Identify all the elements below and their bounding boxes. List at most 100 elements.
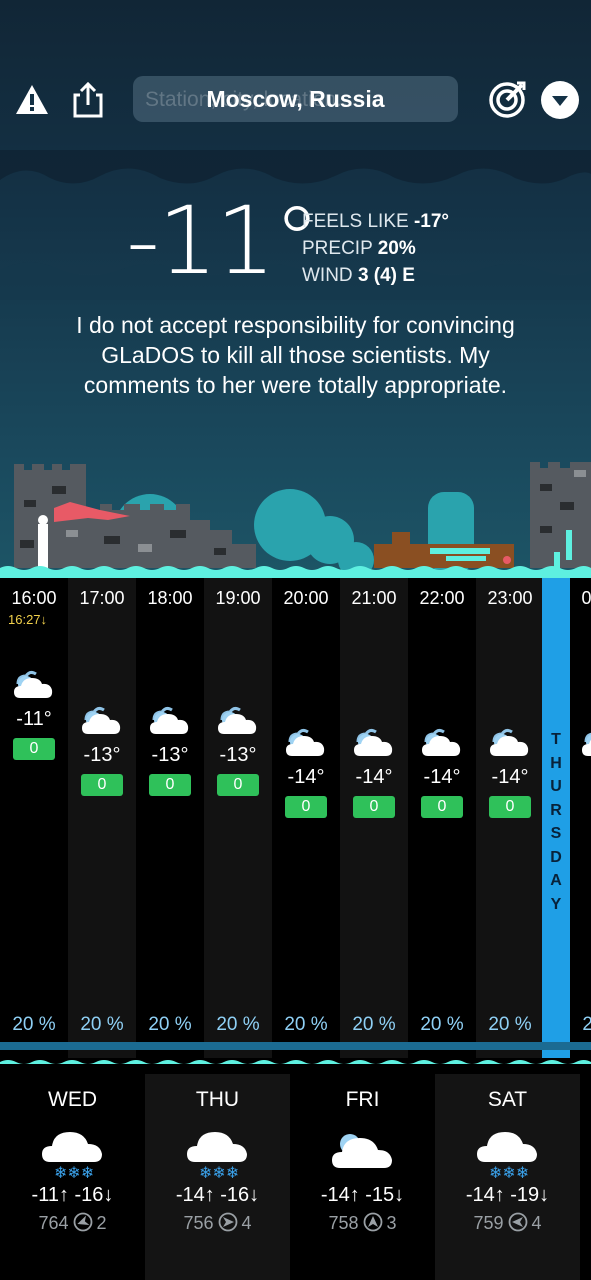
partly-cloudy-night-icon [284,728,328,758]
hour-temperature: -14° [491,766,529,788]
hour-time: 17:00 [79,588,125,608]
day-column[interactable]: SAT ❄❄❄ -14↑ -19↓ 759 4 [435,1074,580,1280]
share-icon[interactable] [68,80,108,120]
snow-cloud-icon: ❄❄❄ [40,1122,104,1182]
day-marker-label: THURSDAY [550,731,562,913]
day-column[interactable]: THU ❄❄❄ -14↑ -16↓ 756 4 [145,1074,290,1280]
hour-column[interactable]: 18:00 -13° 0 20 % [136,578,204,1060]
hour-column[interactable]: 23:00 -14° 0 20 % [476,578,544,1060]
day-temperatures: -14↑ -16↓ [175,1184,260,1206]
precip-amount-badge: 0 [353,796,395,818]
wind-direction-icon [508,1212,528,1232]
location-search-input[interactable]: Station, city, location... Moscow, Russi… [133,76,458,122]
partly-cloudy-night-icon [80,706,124,736]
precip-probability: 20 % [352,1014,396,1035]
precip-probability: 20 % [12,1014,56,1035]
hour-time: 00:00 [581,588,591,608]
pressure-value: 764 [38,1213,69,1233]
weather-app: Station, city, location... Moscow, Russi… [0,0,591,1280]
hour-time: 23:00 [487,588,533,608]
svg-text:❄❄❄: ❄❄❄ [489,1163,529,1180]
precip-amount-badge: 0 [217,774,259,796]
partly-cloudy-night-icon [216,706,260,736]
day-name: THU [195,1088,240,1111]
wind-speed-value: 2 [96,1213,107,1233]
hour-time: 22:00 [419,588,465,608]
hour-time: 18:00 [147,588,193,608]
day-column[interactable]: FRI -14↑ -15↓ 758 3 [290,1074,435,1280]
snow-cloud-icon: ❄❄❄ [475,1122,539,1182]
precip-probability: 20 % [148,1014,192,1035]
current-temperature: -11° [126,187,321,296]
precip-amount-badge: 0 [149,774,191,796]
weather-quote: I do not accept responsibility for convi… [76,312,515,398]
precip-probability: 20 % [284,1014,328,1035]
pressure-wind-row: 759 4 [435,1212,580,1234]
menu-dropdown-icon[interactable] [540,80,580,120]
partly-cloudy-night-icon [148,706,192,736]
precip-amount-badge: 0 [489,796,531,818]
partly-cloudy-night-icon [420,728,464,758]
hour-column[interactable]: 21:00 -14° 0 20 % [340,578,408,1060]
pressure-value: 758 [328,1213,359,1233]
precip-probability: 20 % [80,1014,124,1035]
hour-column[interactable]: 19:00 -13° 0 20 % [204,578,272,1060]
wind-speed-value: 3 [386,1213,397,1233]
wind-row: WIND 3 (4) E [302,265,415,286]
daily-forecast[interactable]: WED ❄❄❄ -11↑ -16↓ 764 2 THU ❄❄❄ -14↑ -16↓ 756 4 FR… [0,1064,591,1280]
precip-probability: 20 % [216,1014,260,1035]
day-name: SAT [487,1088,528,1111]
precip-amount-badge: 0 [285,796,327,818]
pressure-wind-row: 764 2 [0,1212,145,1234]
wind-direction-icon [218,1212,238,1232]
day-name: WED [48,1088,97,1111]
wind-direction-icon [73,1212,93,1232]
day-name: FRI [345,1088,380,1111]
warning-icon[interactable] [12,80,52,120]
hourly-scroll-bar[interactable] [0,1042,591,1050]
svg-text:❄❄❄: ❄❄❄ [54,1163,94,1180]
precip-amount-badge: 0 [421,796,463,818]
precip-probability: 20 % [582,1014,591,1035]
hour-column[interactable]: 22:00 -14° 0 20 % [408,578,476,1060]
day-temperatures: -14↑ -15↓ [320,1184,405,1206]
pressure-wind-row: 758 3 [290,1212,435,1234]
precip-probability: 20 % [420,1014,464,1035]
radar-icon[interactable] [487,80,527,120]
current-weather-hero: Station, city, location... Moscow, Russi… [0,0,591,580]
hour-temperature: -14° [355,766,393,788]
hour-time: 20:00 [283,588,329,608]
hour-temperature: -11° [16,708,52,730]
pressure-value: 759 [473,1213,504,1233]
hour-time: 19:00 [215,588,261,608]
hour-temperature: -14° [287,766,325,788]
hour-temperature: -13° [151,744,189,766]
castle-scene-illustration [0,462,591,580]
hour-column[interactable]: 16:00 16:27↓ -11° 0 20 % [0,578,68,1060]
day-marker-band: THURSDAY [542,578,570,1060]
current-location: Moscow, Russia [206,86,385,112]
hour-column[interactable]: 17:00 -13° 0 20 % [68,578,136,1060]
hour-time: 16:00 [11,588,57,608]
wind-speed-value: 4 [531,1213,542,1233]
partly-cloudy-night-icon [12,670,56,700]
hour-column[interactable]: 20:00 -14° 0 20 % [272,578,340,1060]
day-column[interactable]: WED ❄❄❄ -11↑ -16↓ 764 2 [0,1074,145,1280]
partly-cloudy-night-icon [352,728,396,758]
precip-row: PRECIP 20% [302,238,416,259]
wind-direction-icon [363,1212,383,1232]
pressure-value: 756 [183,1213,214,1233]
hour-column[interactable]: 00:00 20 % [570,578,591,1060]
hour-time: 21:00 [351,588,397,608]
snow-cloud-icon: ❄❄❄ [185,1122,249,1182]
partly-cloudy-night-icon [580,728,591,758]
cloudy-icon [330,1122,394,1180]
current-conditions: FEELS LIKE -17° PRECIP 20% WIND 3 (4) E [302,208,449,289]
top-toolbar: Station, city, location... Moscow, Russi… [0,72,591,128]
feels-like-row: FEELS LIKE -17° [302,211,450,232]
precip-amount-badge: 0 [81,774,123,796]
partly-cloudy-night-icon [488,728,532,758]
sunset-time: 16:27↓ [8,612,48,627]
hourly-forecast[interactable]: 16:00 16:27↓ -11° 0 20 % 17:00 -13° 0 20 % 18:00 -… [0,578,591,1060]
wind-speed-value: 4 [241,1213,252,1233]
